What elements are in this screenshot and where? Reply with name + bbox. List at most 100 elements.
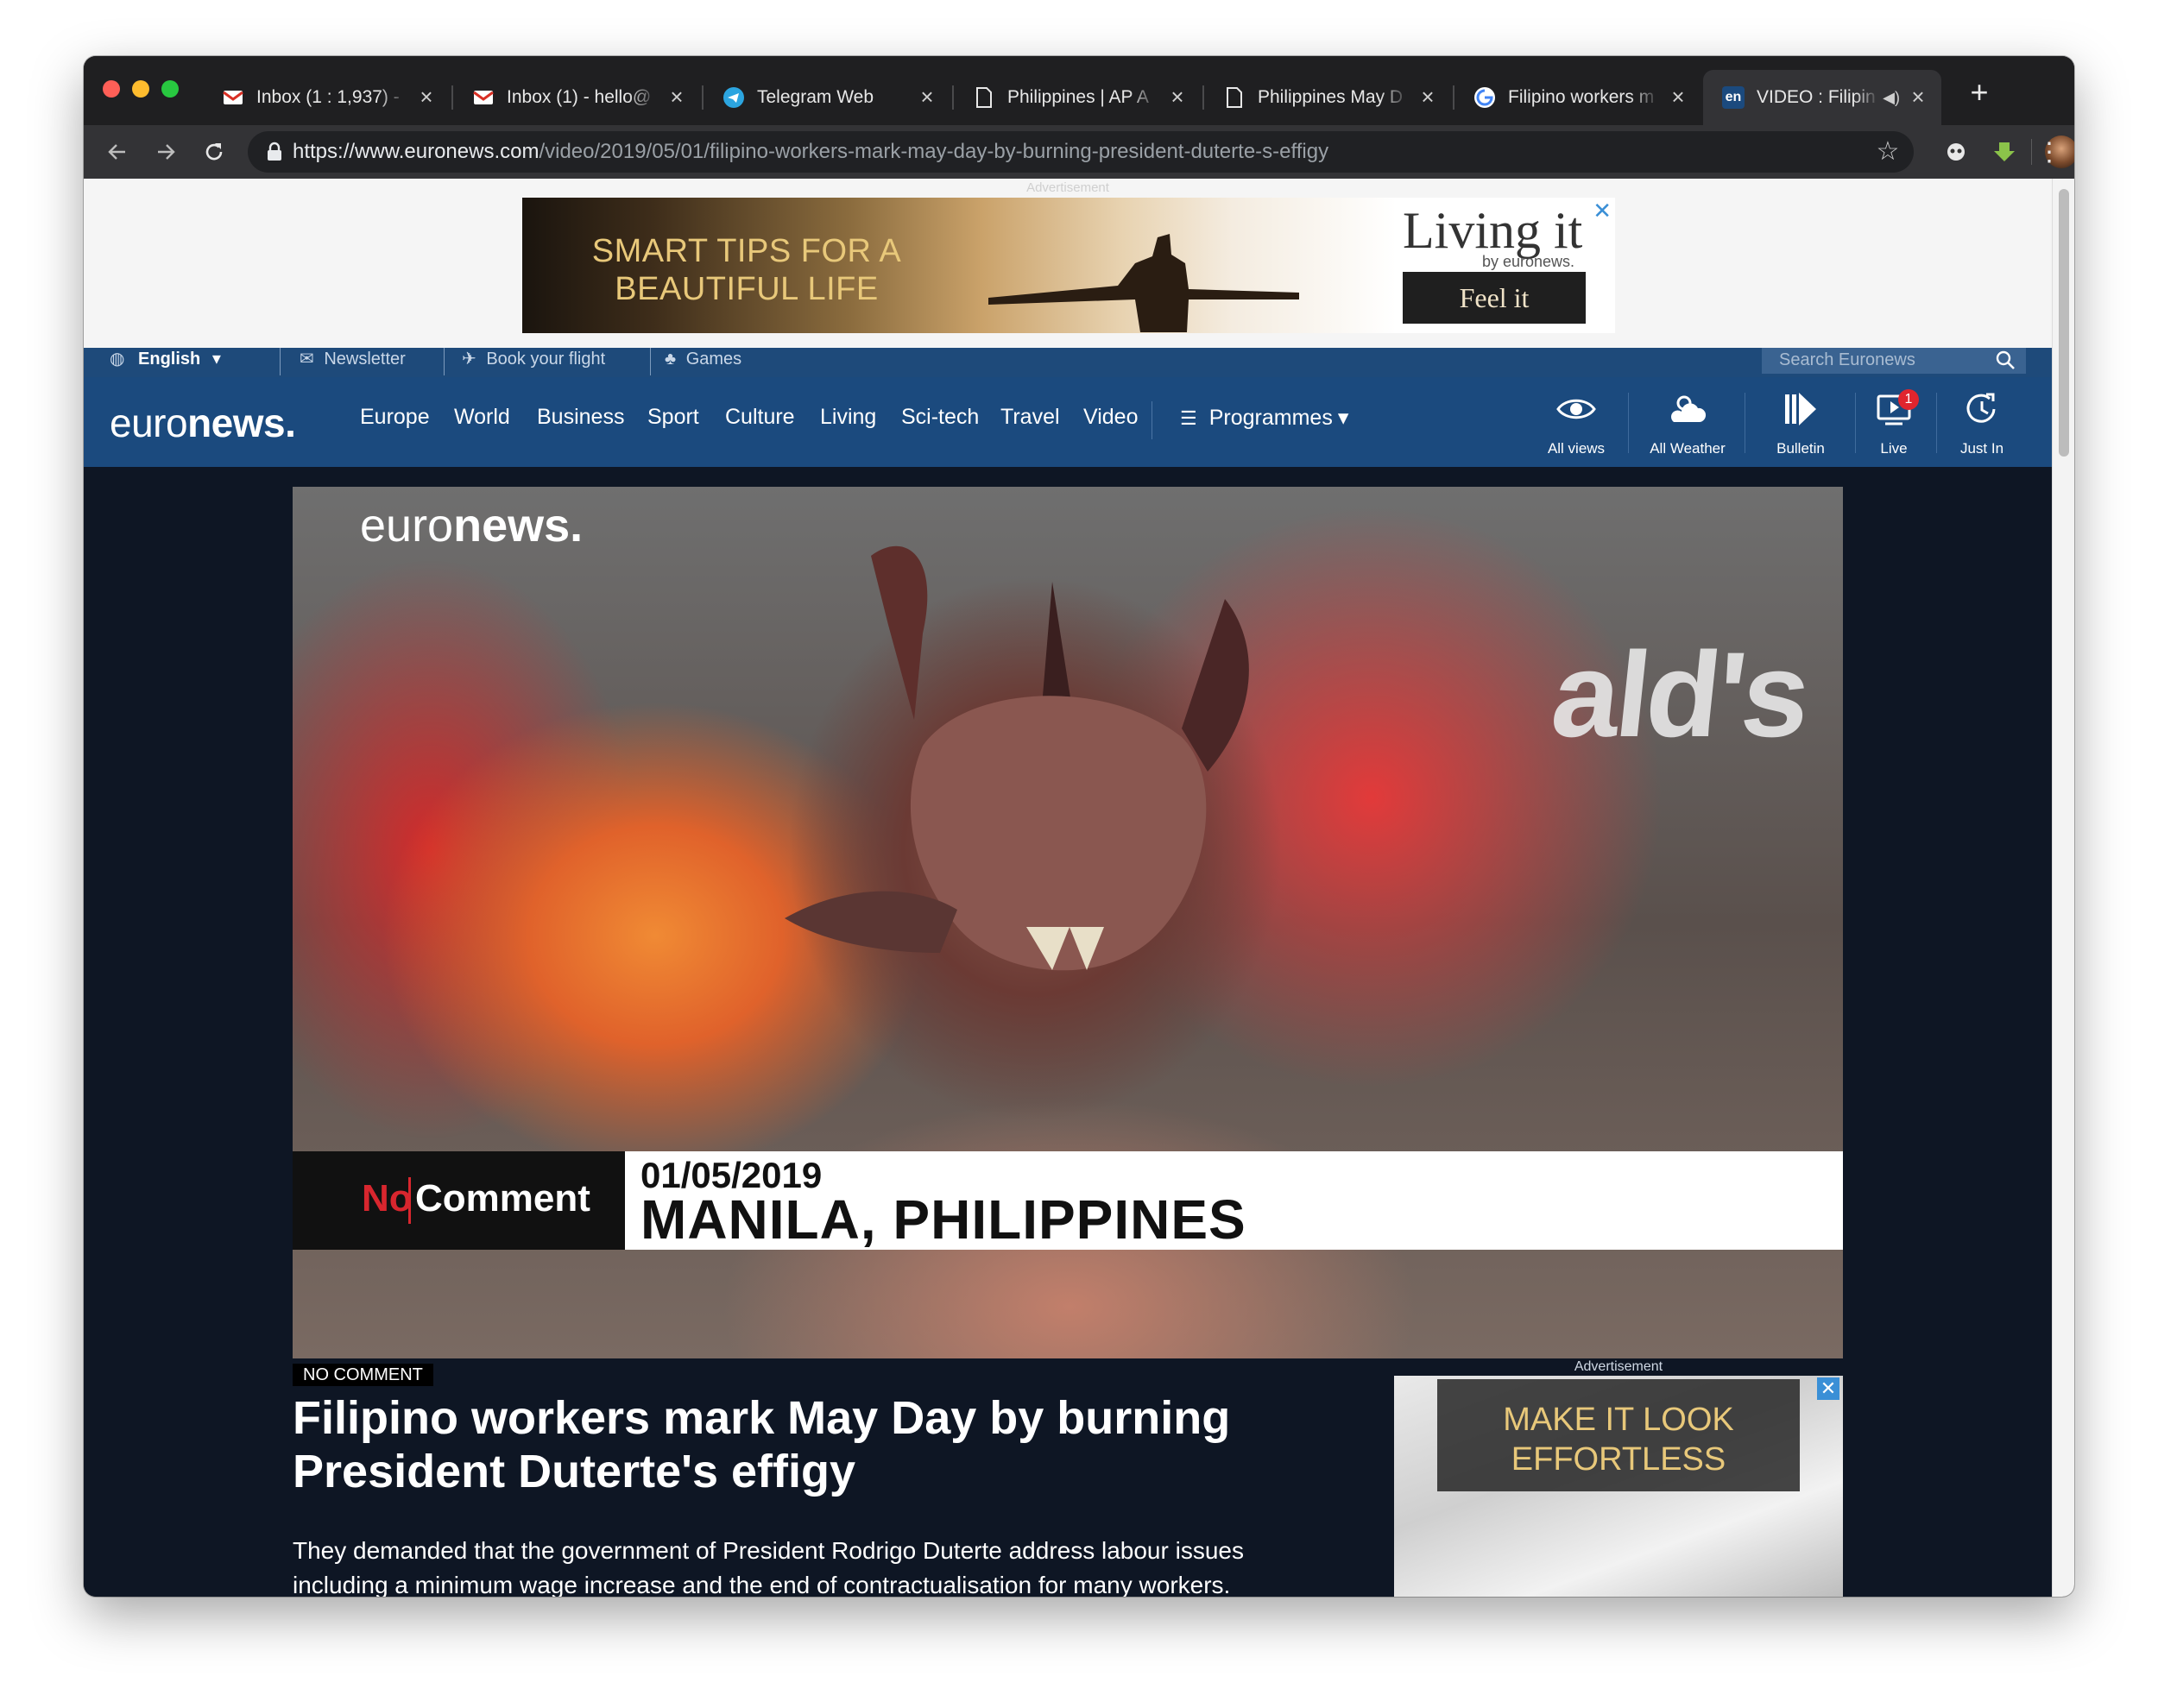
quick-label: Live: [1880, 440, 1908, 457]
close-window-button[interactable]: [103, 80, 120, 98]
reload-icon: [205, 143, 223, 161]
close-tab-icon[interactable]: ×: [415, 85, 438, 109]
close-tab-icon[interactable]: ×: [1907, 85, 1929, 109]
top-ad-zone: Advertisement SMART TIPS FOR A BEAUTIFUL…: [84, 179, 2052, 348]
scrollbar-thumb[interactable]: [2059, 189, 2069, 457]
clock-icon: [1966, 393, 1996, 423]
bookmark-star-icon[interactable]: ☆: [1872, 136, 1903, 167]
divider: [280, 348, 281, 375]
address-bar[interactable]: https://www.euronews.com/video/2019/05/0…: [248, 131, 1914, 173]
video-watermark-logo: euronews.: [360, 499, 583, 552]
tab-telegram[interactable]: Telegram Web ×: [704, 70, 950, 125]
lock-icon: [268, 142, 281, 161]
book-flight-link[interactable]: ✈ Book your flight: [462, 348, 605, 374]
euronews-logo[interactable]: euronews.: [110, 400, 296, 446]
tab-gmail-inbox[interactable]: Inbox (1 : 1,937) - ×: [203, 70, 450, 125]
language-selector[interactable]: ◍ English ▾: [110, 348, 221, 374]
article-summary: They demanded that the government of Pre…: [293, 1537, 1244, 1597]
close-tab-icon[interactable]: ×: [1667, 85, 1689, 109]
close-tab-icon[interactable]: ×: [916, 85, 938, 109]
ad-label: Advertisement: [1026, 180, 1109, 195]
search-box[interactable]: Search Euronews: [1762, 348, 2026, 374]
quick-label: All views: [1547, 440, 1606, 457]
watermark-bold: news.: [453, 500, 584, 551]
nav-world[interactable]: World: [454, 405, 510, 430]
back-button[interactable]: [98, 132, 137, 172]
storefront-sign-text: ald's: [1545, 627, 1814, 762]
games-link[interactable]: ♣ Games: [665, 348, 741, 374]
weather-icon: [1671, 395, 1707, 422]
search-input[interactable]: Search Euronews: [1779, 348, 1915, 372]
quick-just-in[interactable]: Just In: [1934, 389, 2029, 462]
side-ad-banner[interactable]: MAKE IT LOOK EFFORTLESS ✕: [1394, 1376, 1843, 1597]
ad-close-icon[interactable]: ✕: [1593, 199, 1612, 222]
close-tab-icon[interactable]: ×: [1166, 85, 1189, 109]
category-badge[interactable]: NO COMMENT: [293, 1364, 433, 1386]
forward-button[interactable]: [146, 132, 186, 172]
no-comment-divider: [408, 1177, 411, 1224]
back-arrow-icon: [108, 144, 125, 160]
euronews-en-icon: en: [1722, 86, 1745, 109]
quick-label: Just In: [1959, 440, 2004, 457]
nav-living[interactable]: Living: [820, 405, 876, 430]
effigy-image: [785, 545, 1249, 971]
video-player[interactable]: euronews. ald's No Comment 01/05/2019 MA…: [293, 487, 1843, 1358]
nav-business[interactable]: Business: [537, 405, 624, 430]
quick-live[interactable]: 1 Live: [1846, 389, 1941, 462]
side-ad-close-icon[interactable]: ✕: [1817, 1377, 1839, 1400]
list-icon: ☰: [1180, 407, 1197, 429]
lower-third-caption: 01/05/2019 MANILA, PHILIPPINES: [625, 1151, 1843, 1251]
quick-bulletin[interactable]: Bulletin: [1753, 389, 1848, 462]
ad-brand: Living it: [1403, 202, 1583, 259]
window-controls: [103, 80, 179, 98]
nav-sport[interactable]: Sport: [647, 405, 699, 430]
toolbar-divider: [2031, 139, 2032, 165]
nav-sci-tech[interactable]: Sci-tech: [901, 405, 979, 430]
new-tab-button[interactable]: +: [1962, 75, 1997, 110]
nav-video[interactable]: Video: [1083, 405, 1139, 430]
tab-philippines-may-day[interactable]: Philippines May D ×: [1204, 70, 1451, 125]
page-scrollbar[interactable]: [2052, 179, 2074, 1597]
tab-philippines-ap[interactable]: Philippines | AP A ×: [954, 70, 1201, 125]
zoom-window-button[interactable]: [161, 80, 179, 98]
reload-button[interactable]: [194, 132, 234, 172]
divider: [650, 348, 651, 375]
eye-icon: [1556, 399, 1596, 419]
minimize-window-button[interactable]: [132, 80, 149, 98]
quick-all-weather[interactable]: All Weather: [1640, 389, 1735, 462]
nav-culture[interactable]: Culture: [725, 405, 795, 430]
close-tab-icon[interactable]: ×: [666, 85, 688, 109]
extension-ghost-icon[interactable]: [1940, 136, 1972, 168]
no-comment-white: Comment: [415, 1177, 590, 1220]
nav-europe[interactable]: Europe: [360, 405, 430, 430]
games-label: Games: [685, 350, 742, 369]
search-icon[interactable]: [1995, 350, 2016, 370]
tab-gmail-hello[interactable]: Inbox (1) - hello@ ×: [453, 70, 700, 125]
programmes-menu[interactable]: ☰ Programmes ▾: [1180, 405, 1348, 431]
tab-euronews-video[interactable]: en VIDEO : Filipin ◀) ×: [1703, 70, 1941, 125]
live-notification-badge: 1: [1898, 389, 1919, 410]
logo-text-light: euro: [110, 400, 188, 445]
tab-google-filipino-workers[interactable]: Filipino workers m ×: [1454, 70, 1701, 125]
caret-down-icon: ▾: [211, 350, 221, 369]
nav-travel[interactable]: Travel: [1000, 405, 1060, 430]
newsletter-link[interactable]: ✉ Newsletter: [300, 348, 406, 374]
url-text: https://www.euronews.com/video/2019/05/0…: [293, 131, 1328, 173]
top-ad-banner[interactable]: SMART TIPS FOR A BEAUTIFUL LIFE Living i…: [522, 198, 1615, 333]
ad-cta-button[interactable]: Feel it: [1403, 272, 1586, 324]
language-label: English: [138, 350, 201, 369]
globe-icon: ◍: [110, 350, 125, 369]
tab-label: Filipino workers m: [1508, 87, 1655, 107]
utility-bar: ◍ English ▾ ✉ Newsletter ✈ Book your fli…: [84, 348, 2052, 377]
quick-all-views[interactable]: All views: [1529, 389, 1624, 462]
browser-toolbar: https://www.euronews.com/video/2019/05/0…: [84, 125, 2074, 179]
close-tab-icon[interactable]: ×: [1417, 85, 1439, 109]
puzzle-icon: ♣: [665, 350, 677, 369]
divider: [444, 348, 445, 375]
quick-label: All Weather: [1650, 440, 1726, 457]
forward-arrow-icon: [158, 144, 175, 160]
speaker-icon[interactable]: ◀): [1883, 89, 1900, 107]
download-extension-icon[interactable]: [1988, 136, 2021, 168]
browser-menu-icon[interactable]: ⋮: [2036, 136, 2062, 170]
programmes-label: Programmes: [1208, 406, 1333, 430]
